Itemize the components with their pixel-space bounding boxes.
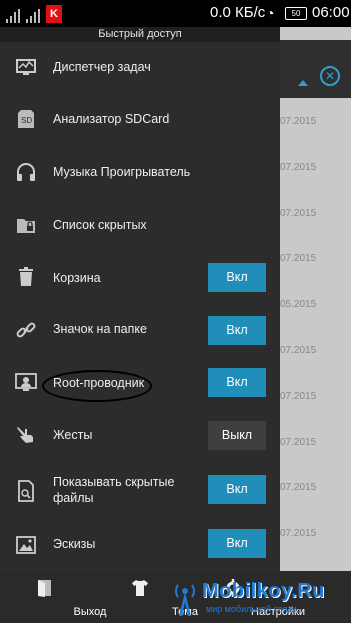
file-date: 07.2015 — [280, 253, 317, 264]
drawer-item-label: Эскизы — [53, 537, 96, 551]
file-date: 07.2015 — [280, 208, 317, 219]
locked-folder-icon — [17, 219, 35, 233]
file-date: 05.2015 — [280, 299, 317, 310]
drawer-title: Быстрый доступ — [0, 27, 280, 42]
drawer-item-label-line2: файлы — [53, 491, 94, 505]
drawer-item-label-line1: Показывать скрытые — [53, 475, 175, 489]
broadcast-tower-icon — [175, 584, 195, 616]
dropdown-triangle-icon — [298, 80, 308, 86]
drawer-item-label: Список скрытых — [53, 218, 147, 232]
svg-text:SD: SD — [21, 116, 32, 125]
gestures-toggle[interactable]: Выкл — [208, 421, 266, 450]
thumbnails-toggle[interactable]: Вкл — [208, 529, 266, 558]
file-date: 07.2015 — [280, 391, 317, 402]
trash-icon — [19, 267, 33, 286]
file-date: 07.2015 — [280, 162, 317, 173]
drawer-item-task-manager[interactable]: Диспетчер задач — [0, 42, 280, 93]
drawer-item-label: Значок на папке — [53, 322, 147, 336]
drawer-item-thumbnails[interactable]: Эскизы Вкл — [0, 521, 280, 571]
recycle-bin-toggle[interactable]: Вкл — [208, 263, 266, 292]
network-speed: 0.0 КБ/с — [210, 4, 266, 21]
watermark-tagline: мир мобильной связи — [206, 604, 297, 614]
background-toolbar: ✕ — [280, 40, 351, 98]
file-date: 07.2015 — [280, 116, 317, 127]
hidden-file-icon — [18, 480, 34, 502]
drawer-item-hidden-list[interactable]: Список скрытых — [0, 199, 280, 252]
wifi-icon: ◔ — [266, 5, 275, 21]
drawer-item-label: Жесты — [53, 428, 93, 442]
gesture-hand-icon — [17, 427, 33, 443]
file-date: 07.2015 — [280, 345, 317, 356]
headphones-icon — [17, 163, 35, 181]
show-hidden-toggle[interactable]: Вкл — [208, 475, 266, 504]
status-bar: K 0.0 КБ/с ◔ 50 06:00 — [0, 0, 351, 27]
task-manager-icon — [16, 59, 36, 75]
drawer-item-show-hidden[interactable]: Показывать скрытые файлы Вкл — [0, 460, 280, 521]
file-date: 07.2015 — [280, 437, 317, 448]
clock: 06:00 — [312, 4, 350, 21]
folder-badge-toggle[interactable]: Вкл — [208, 316, 266, 345]
drawer-item-sdcard-analyzer[interactable]: SD Анализатор SDCard — [0, 93, 280, 146]
battery-icon: 50 — [285, 7, 307, 20]
exit-icon — [38, 580, 51, 597]
drawer-item-folder-badge[interactable]: Значок на папке Вкл — [0, 304, 280, 356]
file-date: 07.2015 — [280, 482, 317, 493]
background-file-list: ✕ 07.2015 07.2015 07.2015 07.2015 05.201… — [280, 27, 351, 623]
watermark-text: Mobilkoy.Ru — [202, 580, 325, 602]
drawer-item-label: Диспетчер задач — [53, 60, 151, 74]
link-icon — [16, 322, 36, 338]
drawer-item-label: Анализатор SDCard — [53, 112, 170, 126]
tshirt-icon — [132, 580, 148, 596]
close-icon[interactable]: ✕ — [320, 66, 340, 86]
status-left-icons: K — [6, 5, 62, 23]
file-date: 07.2015 — [280, 528, 317, 539]
sdcard-icon: SD — [18, 110, 34, 128]
root-explorer-toggle[interactable]: Вкл — [208, 368, 266, 397]
thumbnail-icon — [16, 536, 36, 554]
signal-icon-2 — [26, 7, 40, 23]
kaspersky-icon: K — [46, 5, 62, 23]
annotation-highlight-ellipse — [42, 370, 152, 402]
watermark: Mobilkoy.Ru мир мобильной связи — [166, 580, 346, 623]
exit-button[interactable]: Выход — [0, 571, 106, 623]
drawer-item-recycle-bin[interactable]: Корзина Вкл — [0, 252, 280, 304]
drawer-item-label: Корзина — [53, 271, 101, 285]
signal-icon — [6, 7, 20, 23]
drawer-item-music-player[interactable]: Музыка Проигрыватель — [0, 146, 280, 199]
drawer-item-gestures[interactable]: Жесты Выкл — [0, 408, 280, 460]
root-explorer-icon — [15, 373, 37, 391]
quick-access-drawer: Быстрый доступ Диспетчер задач SD Анализ… — [0, 27, 280, 571]
drawer-item-label: Музыка Проигрыватель — [53, 165, 191, 179]
